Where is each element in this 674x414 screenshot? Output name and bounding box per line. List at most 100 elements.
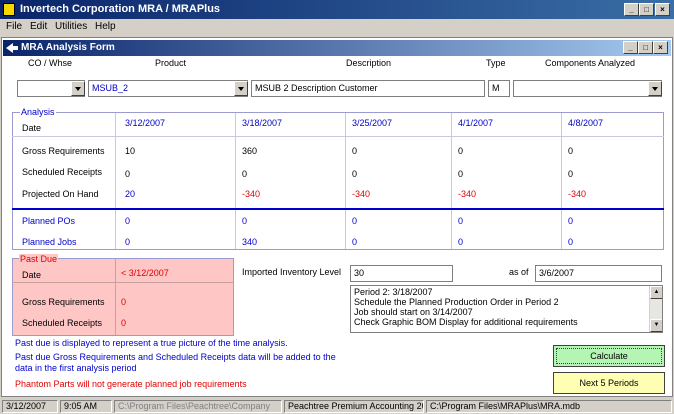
row-label-planned-jobs: Planned Jobs — [22, 237, 77, 247]
header-type: Type — [486, 58, 506, 68]
projected-value-5: -340 — [568, 189, 587, 199]
inventory-level-field[interactable]: 30 — [350, 265, 453, 282]
scheduled-value-4: 0 — [458, 169, 464, 179]
analysis-grid — [12, 112, 664, 250]
inventory-label: Imported Inventory Level — [242, 267, 342, 277]
grid-divider — [345, 113, 346, 249]
past-due-gross-label: Gross Requirements — [22, 297, 105, 307]
menu-help[interactable]: Help — [95, 21, 116, 32]
grid-divider — [115, 113, 116, 249]
planned-job-value-2: 340 — [242, 237, 258, 247]
past-due-date-label: Date — [22, 270, 42, 280]
note-past-due-added: Past due Gross Requirements and Schedule… — [15, 352, 336, 362]
analysis-date-label: Date — [22, 123, 42, 133]
grid-header-line — [12, 136, 664, 137]
note-phantom-parts: Phantom Parts will not generate planned … — [15, 379, 247, 389]
minimize-icon[interactable]: _ — [624, 3, 639, 16]
past-due-header-line — [12, 282, 234, 283]
scroll-up-icon[interactable]: ▲ — [650, 286, 662, 299]
message-line: Schedule the Planned Production Order in… — [354, 297, 559, 307]
form-minimize-icon[interactable]: _ — [623, 41, 638, 54]
analysis-date-4: 4/1/2007 — [458, 118, 494, 128]
status-bar: 3/12/2007 9:05 AM C:\Program Files\Peach… — [0, 399, 674, 414]
description-field[interactable]: MSUB 2 Description Customer — [251, 80, 485, 97]
past-due-scheduled-value: 0 — [121, 318, 127, 328]
gross-value-1: 10 — [125, 146, 136, 156]
projected-value-3: -340 — [352, 189, 371, 199]
planned-po-value-1: 0 — [125, 216, 131, 226]
header-product: Product — [155, 58, 187, 68]
co-whse-select[interactable] — [17, 80, 85, 97]
past-due-scheduled-label: Scheduled Receipts — [22, 318, 103, 328]
gross-value-3: 0 — [352, 146, 358, 156]
app-title: Invertech Corporation MRA / MRAPlus — [20, 3, 221, 15]
menu-file[interactable]: File — [6, 21, 22, 32]
past-due-gross-value: 0 — [121, 297, 127, 307]
row-label-planned-pos: Planned POs — [22, 216, 76, 226]
planned-po-value-2: 0 — [242, 216, 248, 226]
note-past-due: Past due is displayed to represent a tru… — [15, 338, 288, 348]
planned-separator — [12, 208, 664, 210]
planned-job-value-3: 0 — [352, 237, 358, 247]
analysis-message-box[interactable]: Period 2: 3/18/2007 Schedule the Planned… — [350, 285, 663, 333]
form-title: MRA Analysis Form — [21, 42, 115, 53]
analysis-caption: Analysis — [20, 107, 56, 117]
scheduled-value-2: 0 — [242, 169, 248, 179]
past-due-date-value: < 3/12/2007 — [121, 268, 169, 278]
projected-value-1: 20 — [125, 189, 136, 199]
next-5-periods-button[interactable]: Next 5 Periods — [553, 372, 665, 394]
analysis-date-2: 3/18/2007 — [242, 118, 283, 128]
grid-divider — [451, 113, 452, 249]
message-line: Period 2: 3/18/2007 — [354, 287, 433, 297]
menu-utilities[interactable]: Utilities — [55, 21, 87, 32]
type-field[interactable]: M — [488, 80, 510, 97]
form-title-bar: MRA Analysis Form _ □ × — [3, 40, 671, 56]
app-title-bar: Invertech Corporation MRA / MRAPlus _ □ … — [0, 0, 674, 19]
status-date: 3/12/2007 — [2, 400, 58, 413]
scheduled-value-5: 0 — [568, 169, 574, 179]
row-label-scheduled: Scheduled Receipts — [22, 167, 103, 177]
form-close-icon[interactable]: × — [653, 41, 668, 54]
projected-value-2: -340 — [242, 189, 261, 199]
analysis-date-3: 3/25/2007 — [352, 118, 393, 128]
projected-value-4: -340 — [458, 189, 477, 199]
header-components: Components Analyzed — [545, 58, 636, 68]
header-description: Description — [346, 58, 392, 68]
chevron-down-icon[interactable] — [71, 81, 85, 96]
planned-po-value-4: 0 — [458, 216, 464, 226]
status-company-path: C:\Program Files\Peachtree\Company — [114, 400, 282, 413]
app-logo-icon — [3, 3, 15, 16]
analysis-date-1: 3/12/2007 — [125, 118, 166, 128]
planned-po-value-5: 0 — [568, 216, 574, 226]
row-label-projected: Projected On Hand — [22, 189, 99, 199]
menu-edit[interactable]: Edit — [30, 21, 47, 32]
close-icon[interactable]: × — [655, 3, 670, 16]
past-due-divider — [115, 259, 116, 335]
row-label-gross: Gross Requirements — [22, 146, 105, 156]
gross-value-2: 360 — [242, 146, 258, 156]
planned-job-value-1: 0 — [125, 237, 131, 247]
as-of-date-field[interactable]: 3/6/2007 — [535, 265, 662, 282]
scheduled-value-1: 0 — [125, 169, 131, 179]
gross-value-5: 0 — [568, 146, 574, 156]
planned-po-value-3: 0 — [352, 216, 358, 226]
calculate-button[interactable]: Calculate — [553, 345, 665, 367]
form-maximize-icon[interactable]: □ — [638, 41, 653, 54]
components-select[interactable] — [513, 80, 662, 97]
as-of-label: as of — [509, 267, 529, 277]
chevron-down-icon[interactable] — [648, 81, 662, 96]
planned-job-value-4: 0 — [458, 237, 464, 247]
grid-divider — [561, 113, 562, 249]
status-time: 9:05 AM — [60, 400, 112, 413]
message-scrollbar[interactable]: ▲ ▼ — [649, 286, 662, 332]
message-line: Job should start on 3/14/2007 — [354, 307, 473, 317]
maximize-icon[interactable]: □ — [639, 3, 654, 16]
status-database-path: C:\Program Files\MRAPlus\MRA.mdb — [426, 400, 672, 413]
status-accounting-product: Peachtree Premium Accounting 2005 — [284, 400, 424, 413]
grid-divider — [235, 113, 236, 249]
scheduled-value-3: 0 — [352, 169, 358, 179]
product-select[interactable]: MSUB_2 — [88, 80, 248, 97]
header-co-whse: CO / Whse — [28, 58, 73, 68]
chevron-down-icon[interactable] — [234, 81, 248, 96]
scroll-down-icon[interactable]: ▼ — [650, 319, 662, 332]
